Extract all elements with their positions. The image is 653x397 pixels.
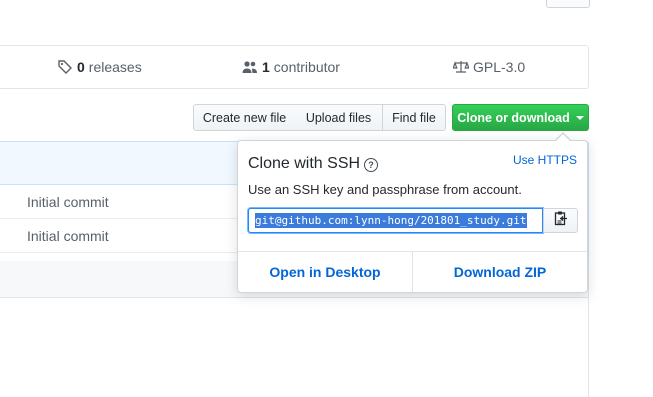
clone-dropdown: Clone with SSH ? Use HTTPS Use an SSH ke… xyxy=(237,132,588,293)
contributors-link[interactable]: 1 contributor xyxy=(242,46,340,88)
clone-actions: Open in Desktop Download ZIP xyxy=(238,251,587,292)
clone-url-input[interactable]: git@github.com:lynn-hong/201801_study.gi… xyxy=(248,208,543,233)
clone-or-download-button[interactable]: Clone or download xyxy=(452,104,589,131)
people-icon xyxy=(242,59,258,75)
copy-to-clipboard-button[interactable] xyxy=(543,208,578,233)
releases-link[interactable]: 0 releases xyxy=(57,46,142,88)
find-file-button[interactable]: Find file xyxy=(382,104,446,131)
license-label: GPL-3.0 xyxy=(473,59,526,75)
header-button-partial[interactable] xyxy=(546,0,590,8)
clone-url-text: git@github.com:lynn-hong/201801_study.gi… xyxy=(255,213,527,228)
divider xyxy=(588,297,589,397)
releases-count: 0 xyxy=(77,59,85,75)
use-https-link[interactable]: Use HTTPS xyxy=(513,153,577,167)
upload-files-button[interactable]: Upload files xyxy=(295,104,383,131)
clone-title: Clone with SSH xyxy=(248,155,361,172)
license-link[interactable]: GPL-3.0 xyxy=(453,46,525,88)
question-icon[interactable]: ? xyxy=(364,158,378,172)
clipboard-icon xyxy=(554,210,568,231)
commit-message-link[interactable]: Initial commit xyxy=(27,228,109,244)
contributors-count: 1 xyxy=(262,59,270,75)
law-icon xyxy=(453,59,469,75)
repo-summary-bar: 0 releases 1 contributor GPL-3.0 xyxy=(0,45,589,89)
commit-message-link[interactable]: Initial commit xyxy=(27,194,109,210)
clone-description: Use an SSH key and passphrase from accou… xyxy=(248,182,522,197)
create-new-file-button[interactable]: Create new file xyxy=(193,104,296,131)
tag-icon xyxy=(57,59,73,75)
caret-down-icon xyxy=(575,115,584,120)
download-zip-button[interactable]: Download ZIP xyxy=(412,252,587,292)
dropdown-arrow-fill xyxy=(555,134,571,142)
open-in-desktop-button[interactable]: Open in Desktop xyxy=(238,252,412,292)
clone-button-label: Clone or download xyxy=(457,110,570,125)
releases-label: releases xyxy=(88,59,142,75)
contributors-label: contributor xyxy=(273,59,340,75)
